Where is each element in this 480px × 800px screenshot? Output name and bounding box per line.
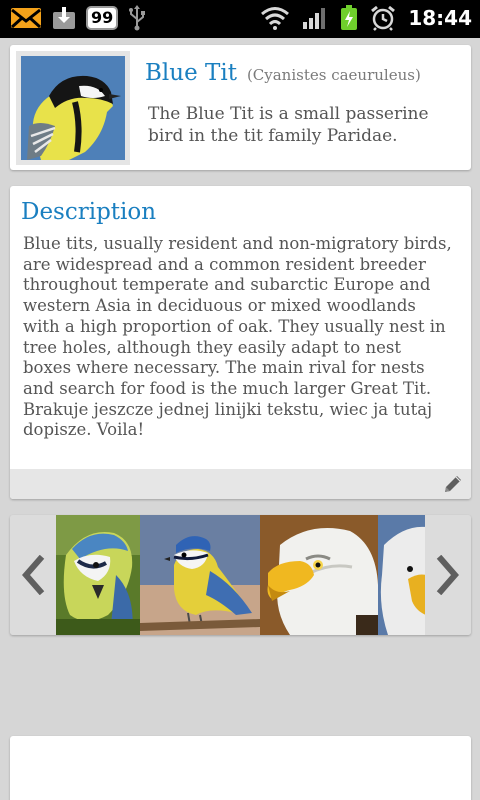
gallery-photos	[56, 515, 425, 635]
bird-header-card: Blue Tit (Cyanistes caeuruleus) The Blue …	[10, 45, 471, 170]
gallery-next-button[interactable]	[425, 515, 471, 635]
bird-thumbnail-image	[21, 56, 125, 160]
mail-icon[interactable]	[10, 6, 42, 30]
status-clock: 18:44	[408, 6, 472, 30]
photo-gallery	[10, 515, 471, 635]
blue-tit-photo-1[interactable]	[56, 515, 140, 635]
chevron-right-icon	[436, 555, 459, 595]
alarm-icon	[371, 5, 396, 31]
blue-tit-photo-2[interactable]	[140, 515, 260, 635]
chevron-left-icon	[22, 555, 45, 595]
status-bar: 99 18:44	[0, 0, 480, 38]
notification-count-badge[interactable]: 99	[86, 6, 119, 30]
bald-eagle-photo-1[interactable]	[260, 515, 378, 635]
pencil-icon[interactable]	[441, 472, 465, 496]
system-icons: 18:44	[260, 5, 472, 31]
description-body: Blue tits, usually resident and non-migr…	[23, 234, 452, 440]
description-footer	[10, 469, 471, 499]
battery-charging-icon	[341, 5, 358, 30]
notification-icons: 99	[10, 5, 146, 31]
bird-thumbnail[interactable]	[16, 51, 130, 165]
bird-scientific-name: (Cyanistes caeuruleus)	[246, 66, 421, 84]
usb-icon	[129, 5, 146, 31]
gallery-prev-button[interactable]	[10, 515, 56, 635]
description-card: Description Blue tits, usually resident …	[10, 186, 471, 499]
signal-icon	[303, 8, 326, 29]
bird-summary: The Blue Tit is a small passerine bird i…	[148, 104, 429, 146]
description-title: Description	[21, 199, 157, 225]
bird-common-name: Blue Tit	[145, 60, 237, 86]
bottom-card	[10, 736, 471, 800]
bald-eagle-photo-2[interactable]	[378, 515, 425, 635]
wifi-icon	[261, 7, 290, 30]
bird-title: Blue Tit (Cyanistes caeuruleus)	[145, 60, 421, 86]
download-icon[interactable]	[52, 6, 76, 30]
